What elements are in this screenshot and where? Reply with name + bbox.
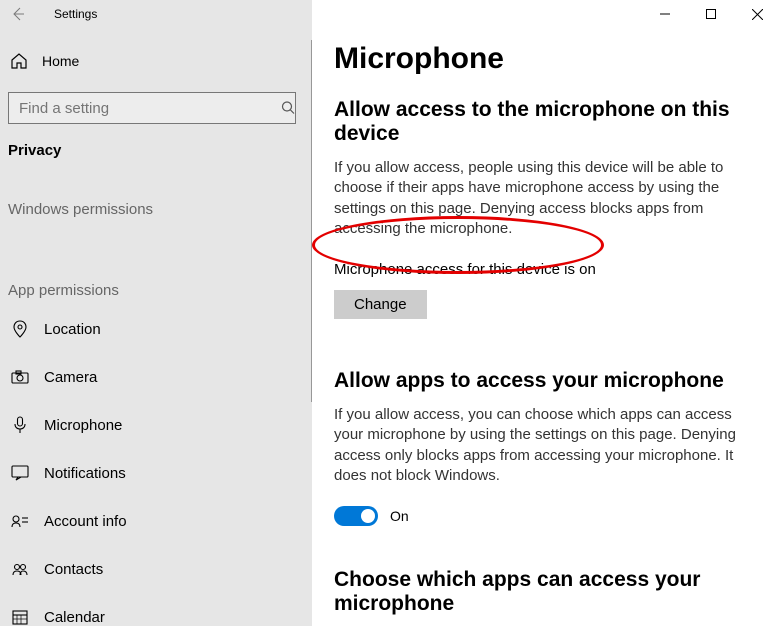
change-button[interactable]: Change xyxy=(334,290,427,319)
back-button[interactable] xyxy=(4,0,32,28)
sidebar-item-label: Microphone xyxy=(44,417,122,434)
sidebar: Settings Home Privacy Windows permission… xyxy=(0,0,312,626)
sidebar-heading-privacy: Privacy xyxy=(8,124,304,159)
sidebar-item-label: Calendar xyxy=(44,609,105,626)
sidebar-item-label: Notifications xyxy=(44,465,126,482)
location-icon xyxy=(10,320,30,338)
window-title: Settings xyxy=(32,7,97,21)
sidebar-item-label: Contacts xyxy=(44,561,103,578)
search-input[interactable] xyxy=(8,92,296,124)
sidebar-item-contacts[interactable]: Contacts xyxy=(8,547,304,591)
sidebar-item-microphone[interactable]: Microphone xyxy=(8,403,304,447)
sidebar-home-label: Home xyxy=(42,53,79,69)
notifications-icon xyxy=(10,465,30,481)
window-controls xyxy=(642,0,780,28)
maximize-button[interactable] xyxy=(688,0,734,28)
sidebar-item-location[interactable]: Location xyxy=(8,307,304,351)
section1-title: Allow access to the microphone on this d… xyxy=(334,98,772,146)
toggle-state-label: On xyxy=(390,508,409,524)
sidebar-item-notifications[interactable]: Notifications xyxy=(8,451,304,495)
sidebar-item-calendar[interactable]: Calendar xyxy=(8,595,304,626)
titlebar: Settings xyxy=(0,0,312,28)
contacts-icon xyxy=(10,562,30,576)
main-panel: Microphone Allow access to the microphon… xyxy=(312,0,780,626)
section1-body: If you allow access, people using this d… xyxy=(334,158,764,239)
minimize-icon xyxy=(660,9,670,19)
search-icon xyxy=(281,101,296,116)
sidebar-subheading-windows-permissions: Windows permissions xyxy=(8,177,304,222)
toggle-knob xyxy=(361,509,375,523)
maximize-icon xyxy=(706,9,716,19)
close-icon xyxy=(752,9,763,20)
section2-body: If you allow access, you can choose whic… xyxy=(334,405,764,486)
home-icon xyxy=(10,52,28,70)
search-wrap xyxy=(8,92,304,124)
camera-icon xyxy=(10,370,30,384)
sidebar-item-account-info[interactable]: Account info xyxy=(8,499,304,543)
sidebar-item-label: Camera xyxy=(44,369,97,386)
sidebar-subheading-app-permissions: App permissions xyxy=(8,258,304,303)
microphone-icon xyxy=(10,416,30,434)
allow-apps-toggle[interactable] xyxy=(334,506,378,526)
sidebar-home[interactable]: Home xyxy=(8,40,304,82)
close-button[interactable] xyxy=(734,0,780,28)
section3-title: Choose which apps can access your microp… xyxy=(334,568,772,616)
sidebar-item-camera[interactable]: Camera xyxy=(8,355,304,399)
account-icon xyxy=(10,514,30,528)
sidebar-item-label: Account info xyxy=(44,513,127,530)
mic-access-status: Microphone access for this device is on xyxy=(334,261,772,278)
section2-title: Allow apps to access your microphone xyxy=(334,369,772,393)
arrow-left-icon xyxy=(10,6,26,22)
page-title: Microphone xyxy=(334,42,772,76)
sidebar-item-label: Location xyxy=(44,321,101,338)
calendar-icon xyxy=(10,609,30,625)
minimize-button[interactable] xyxy=(642,0,688,28)
